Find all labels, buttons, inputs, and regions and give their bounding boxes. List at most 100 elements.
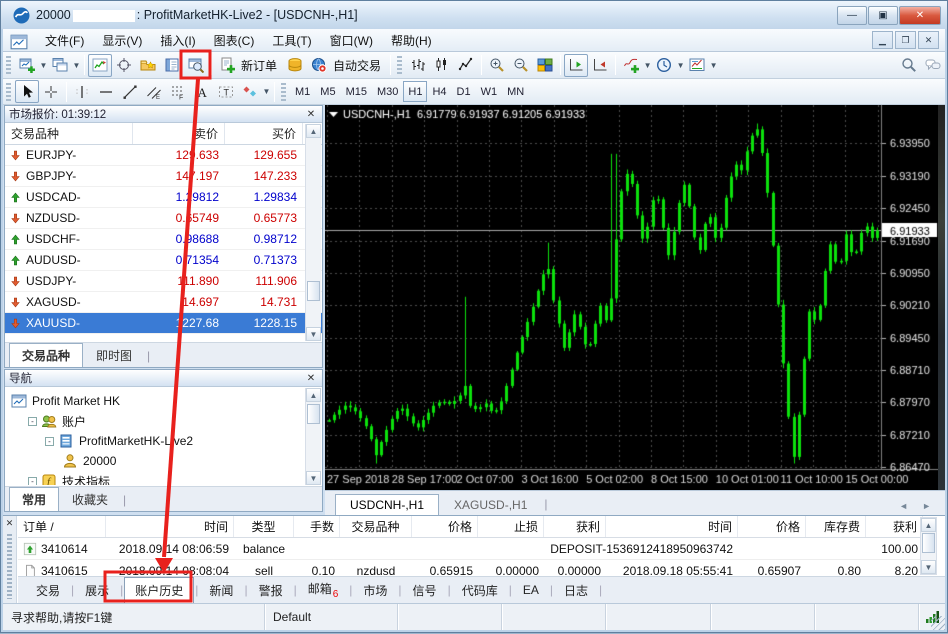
market-watch-row-audusd[interactable]: AUDUSD-0.713540.71373	[5, 250, 322, 271]
column-header[interactable]: 价格	[738, 516, 806, 537]
indicators-button-dropdown[interactable]: ▼	[643, 61, 652, 70]
menu-item-3[interactable]: 图表(C)	[205, 29, 264, 52]
navigator-scrollbar[interactable]: ▲ ▼	[305, 388, 321, 485]
tree-item-profit-market-hk[interactable]: Profit Market HK	[5, 391, 305, 411]
arrows-button[interactable]	[238, 80, 262, 103]
market-watch-scrollbar[interactable]: ▲ ▼	[305, 124, 321, 341]
terminal-toggle-button[interactable]	[160, 54, 184, 77]
chart-tab-xagusd-h1[interactable]: XAGUSD-,H1	[439, 494, 542, 515]
channel-button[interactable]: E	[142, 80, 166, 103]
terminal-tab-t7[interactable]: 信号	[403, 578, 447, 603]
timeframe-m1-button[interactable]: M1	[290, 81, 315, 102]
timeframe-d1-button[interactable]: D1	[452, 81, 476, 102]
indicators-button[interactable]	[619, 54, 643, 77]
window-minimize-button[interactable]: —	[837, 6, 867, 25]
column-header[interactable]: 价格	[412, 516, 478, 537]
column-header[interactable]: 获利	[866, 516, 923, 537]
column-ask[interactable]: 买价	[225, 123, 303, 144]
candlestick-button[interactable]	[430, 54, 454, 77]
history-row-3410615[interactable]: 34106152018.09.14 08:08:04sell0.10nzdusd…	[18, 560, 923, 576]
menu-item-2[interactable]: 插入(I)	[151, 29, 204, 52]
market-watch-tab[interactable]: 交易品种	[9, 343, 83, 367]
menu-item-6[interactable]: 帮助(H)	[382, 29, 441, 52]
timeframe-h4-button[interactable]: H4	[427, 81, 451, 102]
column-header[interactable]: 订单 /	[18, 516, 106, 537]
terminal-tab-t4[interactable]: 警报	[249, 578, 293, 603]
periods-button-dropdown[interactable]: ▼	[676, 61, 685, 70]
window-restore-button[interactable]: ▣	[868, 6, 898, 25]
tree-expander[interactable]: -	[28, 417, 37, 426]
tree-item--[interactable]: -账户	[5, 411, 305, 431]
text-button[interactable]: A	[190, 80, 214, 103]
arrows-button-dropdown[interactable]: ▼	[262, 87, 271, 96]
fibonacci-button[interactable]: F	[166, 80, 190, 103]
menu-item-0[interactable]: 文件(F)	[36, 29, 93, 52]
child-minimize-button[interactable]: ▁	[872, 31, 893, 49]
chart-tab-usdcnh-h1[interactable]: USDCNH-,H1	[335, 494, 439, 515]
column-symbol[interactable]: 交易品种	[5, 123, 133, 144]
price-chart-canvas[interactable]	[325, 105, 938, 490]
toolbar-gripper[interactable]	[397, 56, 402, 74]
tab-scroll-right-icon[interactable]: ►	[922, 501, 931, 511]
column-header[interactable]: 交易品种	[340, 516, 412, 537]
tab-scroll-left-icon[interactable]: ◄	[899, 501, 908, 511]
cursor-button[interactable]	[15, 80, 39, 103]
bar-chart-button[interactable]	[406, 54, 430, 77]
column-header[interactable]: 手数	[294, 516, 340, 537]
child-restore-button[interactable]: ❐	[895, 31, 916, 49]
terminal-tab-t3[interactable]: 新闻	[199, 578, 243, 603]
close-icon[interactable]: ✕	[304, 109, 318, 120]
resize-grip[interactable]	[931, 616, 945, 630]
terminal-tab-t2[interactable]: 账户历史	[124, 577, 194, 604]
toolbar-gripper[interactable]	[6, 83, 11, 101]
line-chart-button[interactable]	[454, 54, 478, 77]
market-watch-row-usdjpy[interactable]: USDJPY-111.890111.906	[5, 271, 322, 292]
terminal-tab-t0[interactable]: 交易	[26, 578, 70, 603]
text-label-button[interactable]: T	[214, 80, 238, 103]
terminal-tab-t6[interactable]: 市场	[353, 578, 397, 603]
market-watch-tab[interactable]: 即时图	[83, 343, 145, 367]
column-header[interactable]: 获利	[544, 516, 606, 537]
new-chart-button[interactable]	[15, 54, 39, 77]
tick-chart-button[interactable]	[88, 54, 112, 77]
timeframe-m15-button[interactable]: M15	[341, 81, 372, 102]
market-watch-row-nzdusd[interactable]: NZDUSD-0.657490.65773	[5, 208, 322, 229]
tree-item-profitmarkethk-live2[interactable]: -ProfitMarketHK-Live2	[5, 431, 305, 451]
terminal-tab-t5[interactable]: 邮箱6	[298, 576, 349, 603]
autotrading-button[interactable]	[307, 54, 331, 77]
shift-chart-button[interactable]	[564, 54, 588, 77]
column-header[interactable]: 类型	[234, 516, 294, 537]
market-watch-row-gbpjpy[interactable]: GBPJPY-147.197147.233	[5, 166, 322, 187]
market-watch-row-xagusd[interactable]: XAGUSD-14.69714.731	[5, 292, 322, 313]
zoom-in-button[interactable]	[485, 54, 509, 77]
tree-expander[interactable]: -	[28, 477, 37, 486]
search-button[interactable]	[897, 54, 921, 77]
menu-item-5[interactable]: 窗口(W)	[321, 29, 382, 52]
menu-item-4[interactable]: 工具(T)	[263, 29, 320, 52]
auto-scroll-button[interactable]	[588, 54, 612, 77]
zoom-out-button[interactable]	[509, 54, 533, 77]
new-order-button[interactable]	[215, 54, 239, 77]
terminal-tab-t10[interactable]: 日志	[554, 578, 598, 603]
profiles-button-dropdown[interactable]: ▼	[72, 61, 81, 70]
templates-button-dropdown[interactable]: ▼	[709, 61, 718, 70]
toolbar-gripper[interactable]	[6, 56, 11, 74]
history-center-button[interactable]	[283, 54, 307, 77]
timeframe-m30-button[interactable]: M30	[372, 81, 403, 102]
terminal-scrollbar[interactable]: ▲ ▼	[920, 517, 937, 575]
trendline-button[interactable]	[118, 80, 142, 103]
market-watch-row-xauusd[interactable]: XAUUSD-1227.681228.15	[5, 313, 322, 334]
navigator-tab[interactable]: 常用	[9, 487, 59, 511]
column-header[interactable]: 时间	[106, 516, 234, 537]
timeframe-w1-button[interactable]: W1	[476, 81, 503, 102]
vertical-line-button[interactable]	[70, 80, 94, 103]
new-chart-button-dropdown[interactable]: ▼	[39, 61, 48, 70]
crosshair-mode-button[interactable]	[112, 54, 136, 77]
terminal-tab-t8[interactable]: 代码库	[452, 578, 508, 603]
market-watch-row-usdcad[interactable]: USDCAD-1.298121.29834	[5, 187, 322, 208]
tree-item-20000[interactable]: 20000	[5, 451, 305, 471]
templates-button[interactable]	[685, 54, 709, 77]
column-header[interactable]: 库存费	[806, 516, 866, 537]
strategy-tester-button[interactable]	[184, 54, 208, 77]
column-header[interactable]: 时间	[606, 516, 738, 537]
